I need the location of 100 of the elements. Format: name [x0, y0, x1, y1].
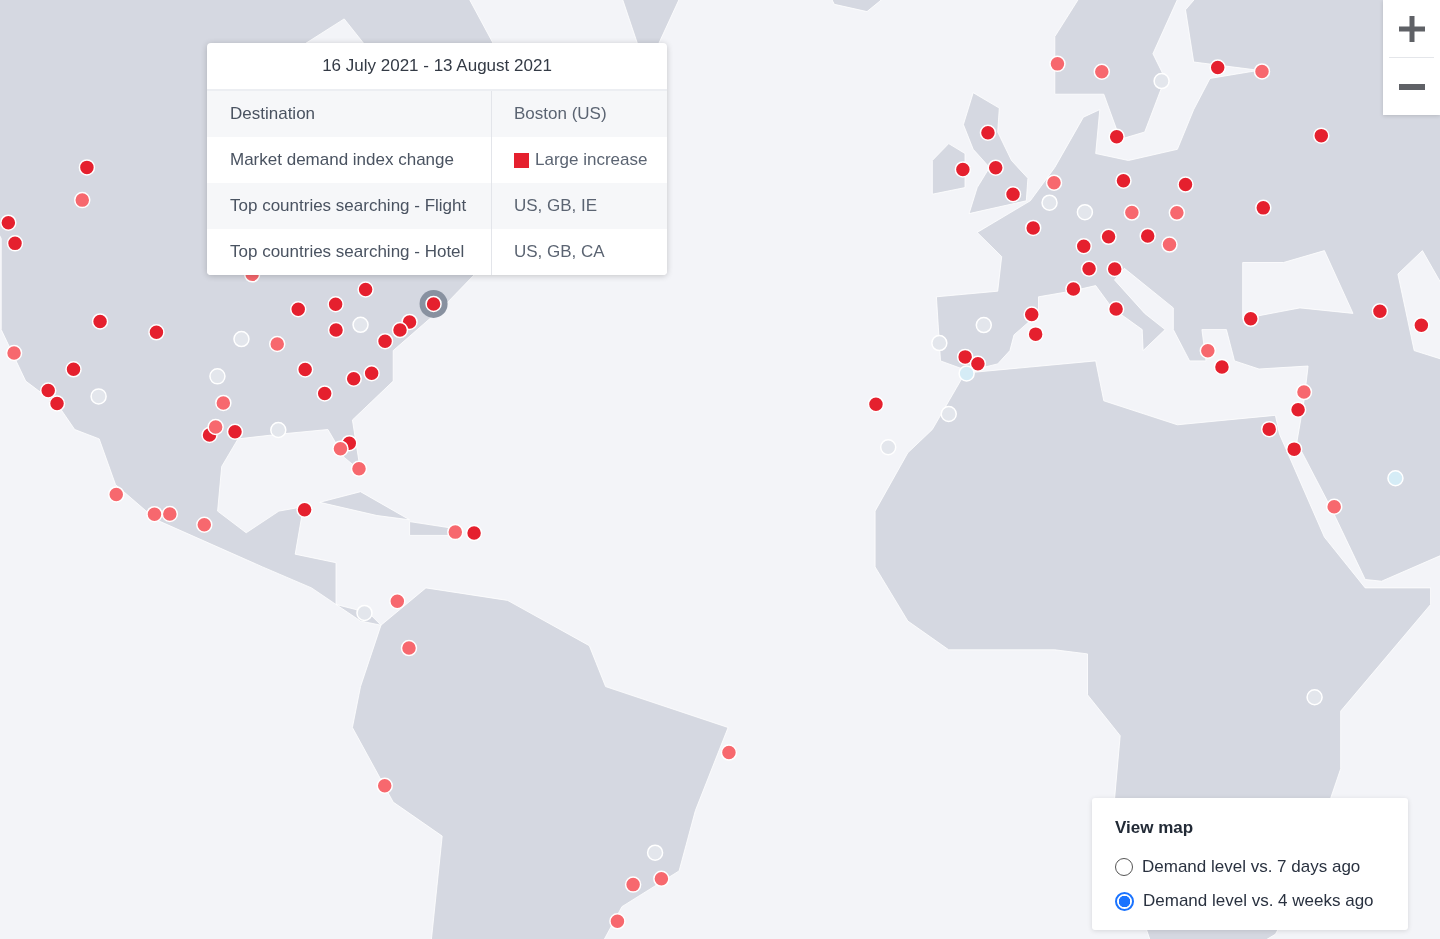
- map-marker[interactable]: [65, 361, 82, 378]
- map-marker[interactable]: [1107, 300, 1125, 318]
- map-marker[interactable]: [1387, 470, 1404, 487]
- map-marker[interactable]: [316, 385, 333, 402]
- map-marker[interactable]: [1100, 228, 1117, 246]
- map-marker[interactable]: [376, 777, 393, 794]
- map-marker[interactable]: [1260, 420, 1278, 438]
- map-marker[interactable]: [1413, 317, 1430, 334]
- map-marker[interactable]: [296, 361, 314, 378]
- map-marker[interactable]: [161, 505, 179, 523]
- map-marker[interactable]: [148, 324, 165, 341]
- map-marker[interactable]: [1325, 498, 1343, 515]
- map-marker[interactable]: [389, 593, 406, 610]
- map-marker[interactable]: [1306, 688, 1323, 706]
- map-marker[interactable]: [78, 159, 96, 176]
- map-marker[interactable]: [74, 191, 91, 209]
- map-marker[interactable]: [350, 460, 368, 477]
- map-marker[interactable]: [609, 913, 626, 930]
- map-marker[interactable]: [1093, 63, 1111, 80]
- map-marker[interactable]: [332, 440, 349, 457]
- map-marker[interactable]: [400, 639, 418, 657]
- map-marker[interactable]: [108, 486, 125, 503]
- map-marker[interactable]: [1168, 204, 1186, 222]
- map-marker[interactable]: [357, 281, 374, 298]
- map-marker[interactable]: [987, 159, 1004, 176]
- map-marker[interactable]: [6, 235, 24, 252]
- map-marker[interactable]: [327, 296, 344, 313]
- map-marker[interactable]: [226, 423, 244, 441]
- row-value: Large increase: [535, 150, 648, 170]
- map-marker[interactable]: [879, 439, 897, 456]
- radio-button[interactable]: [1115, 891, 1134, 911]
- map-marker[interactable]: [356, 604, 373, 622]
- map-marker[interactable]: [979, 124, 997, 141]
- map-marker[interactable]: [1049, 55, 1066, 73]
- map-marker[interactable]: [376, 332, 394, 350]
- map-marker[interactable]: [1123, 204, 1141, 221]
- map-marker[interactable]: [1371, 302, 1389, 320]
- map-marker[interactable]: [270, 421, 287, 439]
- option-label[interactable]: Demand level vs. 4 weeks ago: [1143, 891, 1374, 911]
- map-marker[interactable]: [867, 395, 885, 413]
- map-marker[interactable]: [1313, 127, 1330, 144]
- map-marker[interactable]: [954, 161, 972, 178]
- map-marker[interactable]: [91, 313, 109, 330]
- map-marker[interactable]: [958, 365, 975, 382]
- map-marker[interactable]: [940, 405, 957, 423]
- map-marker[interactable]: [90, 388, 107, 405]
- map-marker[interactable]: [1041, 194, 1058, 211]
- map-marker[interactable]: [931, 334, 948, 352]
- zoom-out-icon: [1398, 83, 1425, 90]
- map-marker[interactable]: [1108, 128, 1125, 145]
- map-marker[interactable]: [209, 368, 226, 385]
- map-marker[interactable]: [624, 876, 642, 893]
- map-marker[interactable]: [345, 370, 362, 388]
- map-marker[interactable]: [352, 316, 369, 334]
- map-marker[interactable]: [327, 321, 345, 339]
- map-marker[interactable]: [1045, 174, 1063, 191]
- map-marker[interactable]: [1004, 186, 1022, 203]
- map-marker[interactable]: [956, 348, 974, 366]
- map-marker[interactable]: [1027, 325, 1044, 343]
- map-marker[interactable]: [1289, 401, 1307, 418]
- map-marker[interactable]: [1153, 72, 1170, 90]
- map-marker[interactable]: [1177, 176, 1194, 193]
- map-marker[interactable]: [207, 418, 224, 436]
- map-marker[interactable]: [0, 214, 17, 231]
- map-marker[interactable]: [233, 330, 250, 348]
- map-marker[interactable]: [1065, 280, 1082, 298]
- map-marker[interactable]: [391, 321, 409, 339]
- map-marker[interactable]: [1209, 59, 1226, 76]
- map-marker[interactable]: [975, 316, 993, 334]
- map-marker[interactable]: [1024, 219, 1042, 237]
- map-marker[interactable]: [1139, 227, 1156, 245]
- map-marker[interactable]: [269, 335, 286, 353]
- map-marker[interactable]: [1076, 203, 1094, 221]
- map-marker[interactable]: [215, 394, 232, 412]
- map-marker[interactable]: [720, 744, 738, 761]
- map-marker[interactable]: [1255, 199, 1272, 217]
- map-marker[interactable]: [425, 295, 442, 313]
- map-marker[interactable]: [646, 844, 664, 861]
- map-marker[interactable]: [196, 516, 213, 533]
- map-marker[interactable]: [1023, 306, 1040, 323]
- map-marker[interactable]: [1115, 172, 1132, 189]
- map-marker[interactable]: [969, 355, 987, 372]
- option-label[interactable]: Demand level vs. 7 days ago: [1142, 857, 1361, 877]
- map-marker[interactable]: [447, 523, 464, 541]
- map-marker[interactable]: [1213, 358, 1231, 376]
- map-marker[interactable]: [1295, 383, 1313, 401]
- radio-button[interactable]: [1115, 858, 1133, 876]
- map-marker[interactable]: [1253, 63, 1271, 80]
- map-marker[interactable]: [1080, 260, 1098, 278]
- map-marker[interactable]: [1106, 260, 1123, 278]
- map-marker[interactable]: [363, 365, 380, 382]
- map-marker[interactable]: [465, 524, 483, 542]
- map-marker[interactable]: [1075, 237, 1092, 255]
- map-marker[interactable]: [1161, 236, 1178, 253]
- map-marker[interactable]: [296, 501, 313, 518]
- map-marker[interactable]: [48, 395, 66, 412]
- map-marker[interactable]: [653, 870, 670, 888]
- map-marker[interactable]: [290, 301, 307, 318]
- map-marker[interactable]: [39, 382, 57, 399]
- map-marker[interactable]: [5, 344, 23, 362]
